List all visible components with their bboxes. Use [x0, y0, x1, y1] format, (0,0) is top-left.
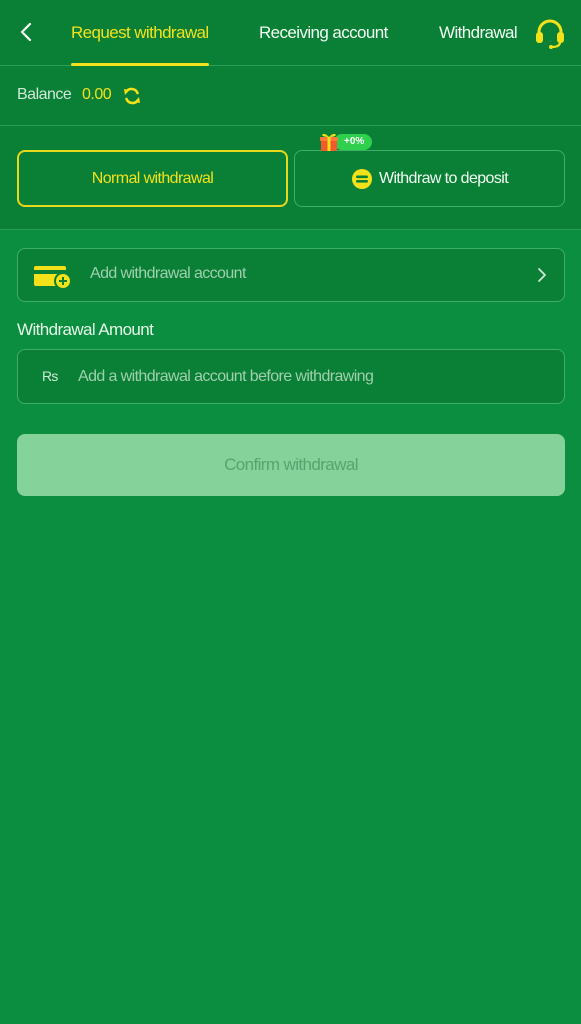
refresh-balance-button[interactable] [122, 86, 142, 106]
add-withdrawal-account-label: Add withdrawal account [90, 265, 246, 282]
balance-amount: 0.00 [82, 86, 112, 103]
top-nav-bar: Request withdrawal Receiving account Wit… [0, 0, 581, 66]
tab-strip: Request withdrawal Receiving account Wit… [58, 0, 518, 66]
tab-receiving-account[interactable]: Receiving account [259, 0, 388, 66]
confirm-withdrawal-button[interactable]: Confirm withdrawal [17, 434, 565, 496]
chevron-left-icon [20, 22, 32, 42]
currency-symbol: ₨ [42, 368, 59, 384]
normal-withdrawal-label: Normal withdrawal [91, 169, 214, 187]
wallet-card-icon [34, 266, 72, 290]
headset-icon [536, 19, 564, 49]
back-button[interactable] [12, 18, 40, 46]
withdraw-to-deposit-label: Withdraw to deposit [378, 169, 509, 187]
refresh-icon [124, 87, 140, 105]
promo-badge: +0% [318, 132, 373, 152]
confirm-withdrawal-label: Confirm withdrawal [224, 455, 358, 474]
tab-withdrawal-records[interactable]: Withdrawal [439, 0, 518, 66]
withdrawal-amount-label: Withdrawal Amount [17, 320, 154, 339]
gift-icon [320, 133, 338, 151]
withdrawal-amount-input[interactable] [76, 358, 550, 396]
withdraw-to-deposit-option[interactable]: Withdraw to deposit [294, 150, 565, 207]
customer-support-button[interactable] [533, 16, 567, 50]
tab-request-withdrawal[interactable]: Request withdrawal [71, 0, 209, 66]
chevron-right-icon [538, 268, 546, 282]
coin-icon [351, 168, 372, 189]
add-withdrawal-account-button[interactable]: Add withdrawal account [17, 248, 565, 302]
balance-label: Balance [17, 86, 72, 103]
balance-bar: Balance 0.00 [0, 66, 581, 126]
withdrawal-method-section: Normal withdrawal Withdraw to deposit +0… [0, 126, 581, 230]
withdrawal-amount-field[interactable]: ₨ [17, 349, 565, 404]
normal-withdrawal-option[interactable]: Normal withdrawal [17, 150, 288, 207]
